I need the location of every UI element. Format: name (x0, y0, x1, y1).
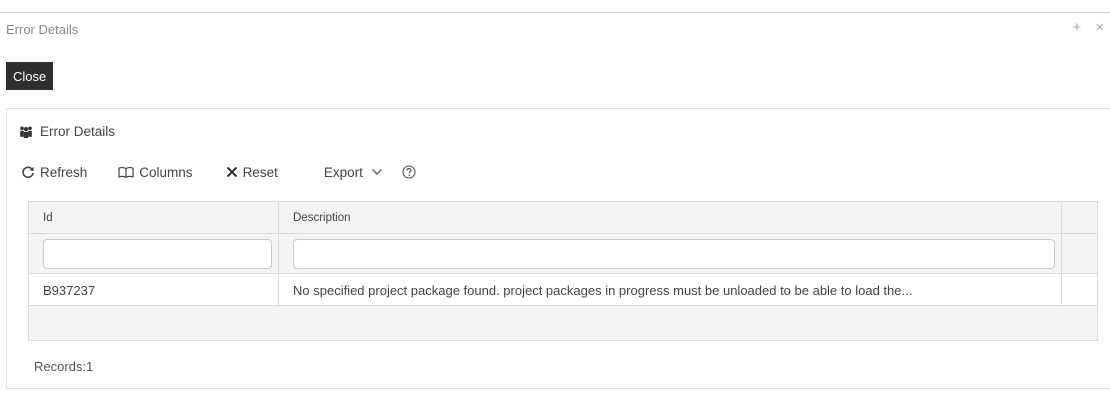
close-window-icon[interactable]: × (1095, 19, 1104, 37)
reset-button[interactable]: Reset (226, 165, 278, 180)
columns-button[interactable]: Columns (118, 164, 193, 180)
column-header-spacer (1062, 202, 1097, 233)
users-icon (20, 126, 32, 138)
grid-header-row: Id Description (29, 202, 1097, 234)
column-header-id[interactable]: Id (29, 202, 279, 233)
table-row[interactable]: B937237 No specified project package fou… (29, 274, 1097, 306)
refresh-button[interactable]: Refresh (21, 165, 87, 180)
filter-description-input[interactable] (293, 239, 1055, 269)
x-icon (226, 166, 237, 178)
filter-id-input[interactable] (43, 239, 272, 269)
window-controls: + × (1072, 19, 1104, 37)
export-dropdown[interactable]: Export (324, 165, 383, 180)
refresh-label: Refresh (40, 164, 88, 180)
records-count: Records:1 (34, 359, 94, 374)
cell-description: No specified project package found. proj… (279, 274, 1062, 305)
panel-header: Error Details (19, 124, 115, 139)
columns-label: Columns (139, 164, 193, 180)
close-button[interactable]: Close (6, 62, 54, 90)
refresh-icon (22, 166, 34, 179)
grid-filter-row (29, 234, 1097, 274)
help-button[interactable] (402, 165, 416, 179)
window-title: Error Details (6, 22, 79, 37)
toolbar: Refresh Columns Reset Export (21, 161, 416, 183)
error-grid: Id Description B937237 No specified proj… (28, 201, 1098, 341)
maximize-icon[interactable]: + (1072, 19, 1081, 37)
reset-label: Reset (242, 164, 278, 180)
grid-empty-area (29, 306, 1097, 340)
export-label: Export (323, 164, 363, 180)
cell-id: B937237 (29, 274, 279, 305)
chevron-down-icon (371, 168, 382, 176)
panel-title: Error Details (40, 124, 116, 139)
column-header-description[interactable]: Description (279, 202, 1062, 233)
top-border (0, 12, 1110, 13)
question-circle-icon (402, 165, 416, 179)
book-icon (118, 166, 134, 178)
